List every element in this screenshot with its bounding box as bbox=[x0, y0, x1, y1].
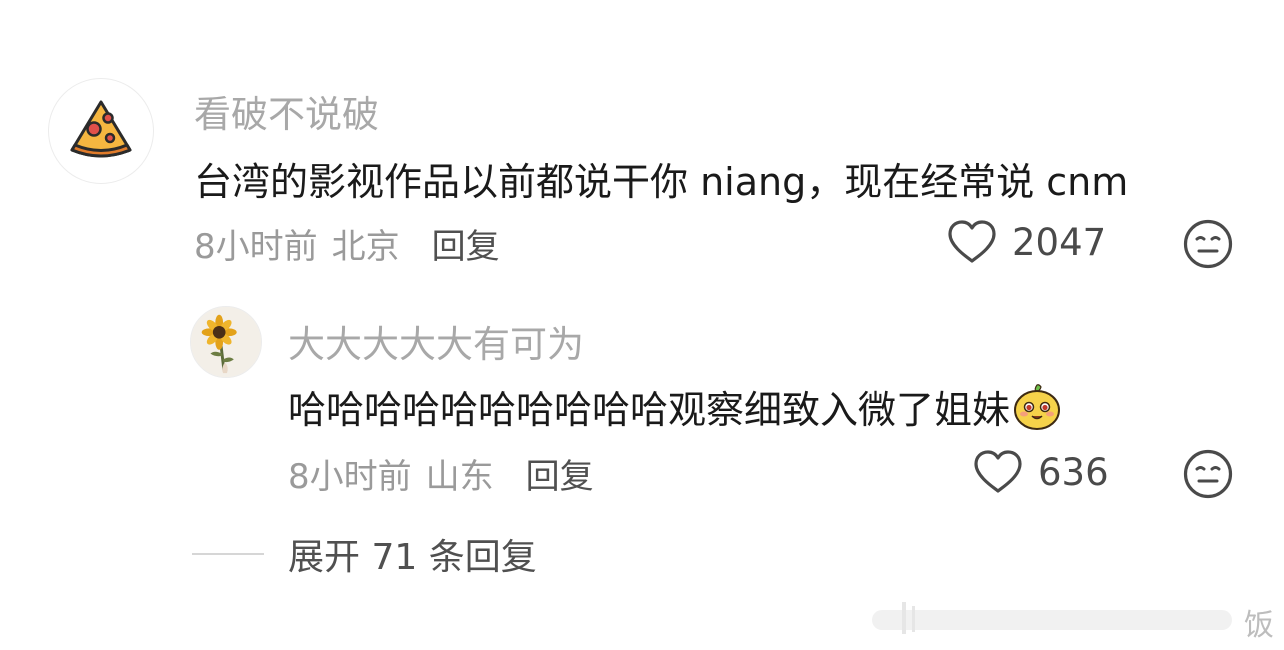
mascot-emoji-icon bbox=[1014, 383, 1061, 430]
comment-meta: 8小时前 北京 回复 bbox=[194, 219, 500, 268]
user-avatar[interactable] bbox=[48, 78, 154, 184]
neutral-face-icon[interactable] bbox=[1183, 219, 1233, 269]
like-button[interactable]: 2047 bbox=[946, 219, 1106, 265]
heart-icon bbox=[974, 450, 1022, 493]
reply-user-avatar[interactable] bbox=[190, 306, 262, 378]
comment-time: 8小时前 bbox=[194, 227, 318, 267]
divider-line bbox=[192, 553, 264, 555]
pizza-icon bbox=[70, 100, 132, 158]
reply-location: 山东 bbox=[425, 457, 494, 497]
reply-button[interactable]: 回复 bbox=[432, 219, 500, 268]
reply-reply-button[interactable]: 回复 bbox=[526, 449, 594, 498]
neutral-face-icon[interactable] bbox=[1183, 449, 1233, 499]
expand-replies-button[interactable]: 展开 71 条回复 bbox=[192, 528, 537, 580]
reply-meta: 8小时前 山东 回复 bbox=[288, 449, 594, 498]
reply-time: 8小时前 bbox=[288, 457, 412, 497]
comment-location: 北京 bbox=[331, 227, 400, 267]
reply-text-row: 哈哈哈哈哈哈哈哈哈哈观察细致入微了姐妹 bbox=[288, 379, 1062, 434]
reply-text: 哈哈哈哈哈哈哈哈哈哈观察细致入微了姐妹 bbox=[288, 388, 1011, 432]
comment-username[interactable]: 看破不说破 bbox=[194, 84, 379, 138]
heart-icon bbox=[948, 220, 996, 263]
sunflower-icon bbox=[191, 307, 261, 377]
comment-text: 台湾的影视作品以前都说干你 niang，现在经常说 cnm bbox=[194, 160, 1129, 204]
reply-like-count: 636 bbox=[1038, 450, 1109, 494]
expand-replies-label: 展开 71 条回复 bbox=[288, 537, 537, 578]
watermark-text: 饭 bbox=[1244, 608, 1274, 643]
like-count: 2047 bbox=[1012, 220, 1107, 264]
reply-like-button[interactable]: 636 bbox=[972, 449, 1109, 495]
watermark-logo bbox=[872, 602, 1232, 634]
reply-username[interactable]: 大大大大大有可为 bbox=[288, 314, 584, 368]
